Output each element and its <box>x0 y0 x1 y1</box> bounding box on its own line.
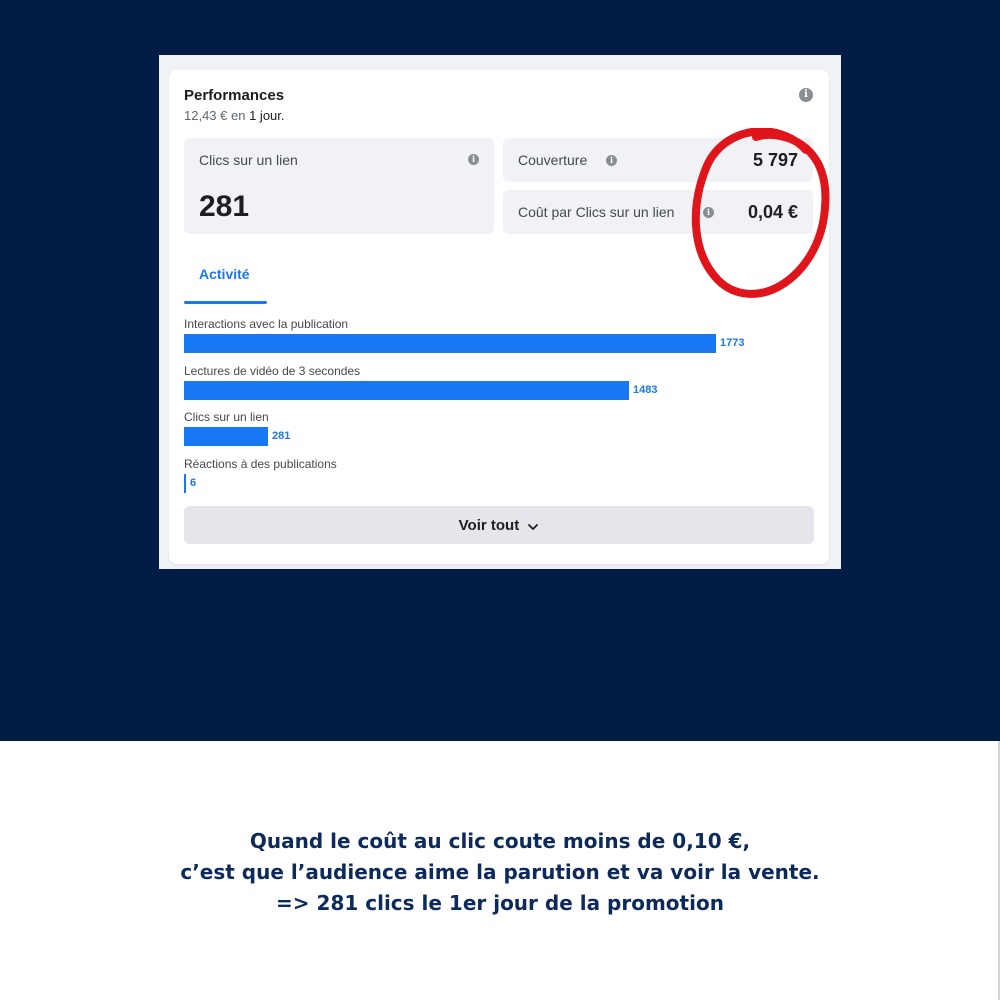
see-all-button[interactable]: Voir tout <box>184 506 814 544</box>
activity-bar <box>184 381 629 400</box>
performance-card: Performances 12,43 € en 1 jour. i Clics … <box>169 70 829 564</box>
caption: Quand le coût au clic coute moins de 0,1… <box>0 826 1000 919</box>
tab-activity[interactable]: Activité <box>184 266 267 304</box>
card-title: Performances <box>184 87 285 104</box>
caption-line: c’est que l’audience aime la parution et… <box>180 860 820 884</box>
metric-value: 0,04 € <box>747 202 798 222</box>
chevron-down-icon <box>527 518 539 535</box>
info-icon[interactable]: i <box>703 207 714 218</box>
activity-label: Réactions à des publications <box>184 457 337 471</box>
info-icon[interactable]: i <box>606 155 617 166</box>
activity-bar <box>184 334 716 353</box>
metric-label: Coût par Clics sur un lien <box>518 204 675 220</box>
activity-label: Clics sur un lien <box>184 410 269 424</box>
activity-value: 1483 <box>633 384 658 396</box>
activity-bar <box>184 474 186 493</box>
caption-line: Quand le coût au clic coute moins de 0,1… <box>249 829 751 853</box>
metric-label: Clics sur un lien <box>199 152 298 168</box>
spend-amount: 12,43 € <box>184 108 228 123</box>
activity-label: Lectures de vidéo de 3 secondes <box>184 364 361 378</box>
spend-connector: en <box>231 108 246 123</box>
metric-label: Couverture <box>518 152 588 168</box>
activity-bar <box>184 427 268 446</box>
tab-activity-label: Activité <box>199 266 250 282</box>
caption-line: => 281 clics le 1er jour de la promotion <box>276 891 724 915</box>
see-all-label: Voir tout <box>184 517 814 535</box>
spend-period: 1 jour. <box>249 108 285 123</box>
spend-summary: 12,43 € en 1 jour. <box>184 108 285 123</box>
tab-active-indicator <box>184 301 267 304</box>
metric-reach: Couverture i 5 797 <box>503 138 813 182</box>
activity-value: 6 <box>190 477 197 489</box>
see-all-text: Voir tout <box>458 517 520 534</box>
metric-value: 5 797 <box>752 150 798 170</box>
metric-cost-per-click: Coût par Clics sur un lien i 0,04 € <box>503 190 813 234</box>
activity-label: Interactions avec la publication <box>184 317 349 331</box>
metric-value: 281 <box>199 190 250 223</box>
activity-value: 281 <box>272 430 291 442</box>
info-icon[interactable]: i <box>799 88 813 102</box>
metric-link-clicks: Clics sur un lien i 281 <box>184 138 494 234</box>
screenshot-panel: Performances 12,43 € en 1 jour. i Clics … <box>159 55 841 569</box>
info-icon[interactable]: i <box>468 154 479 165</box>
activity-value: 1773 <box>720 337 745 349</box>
